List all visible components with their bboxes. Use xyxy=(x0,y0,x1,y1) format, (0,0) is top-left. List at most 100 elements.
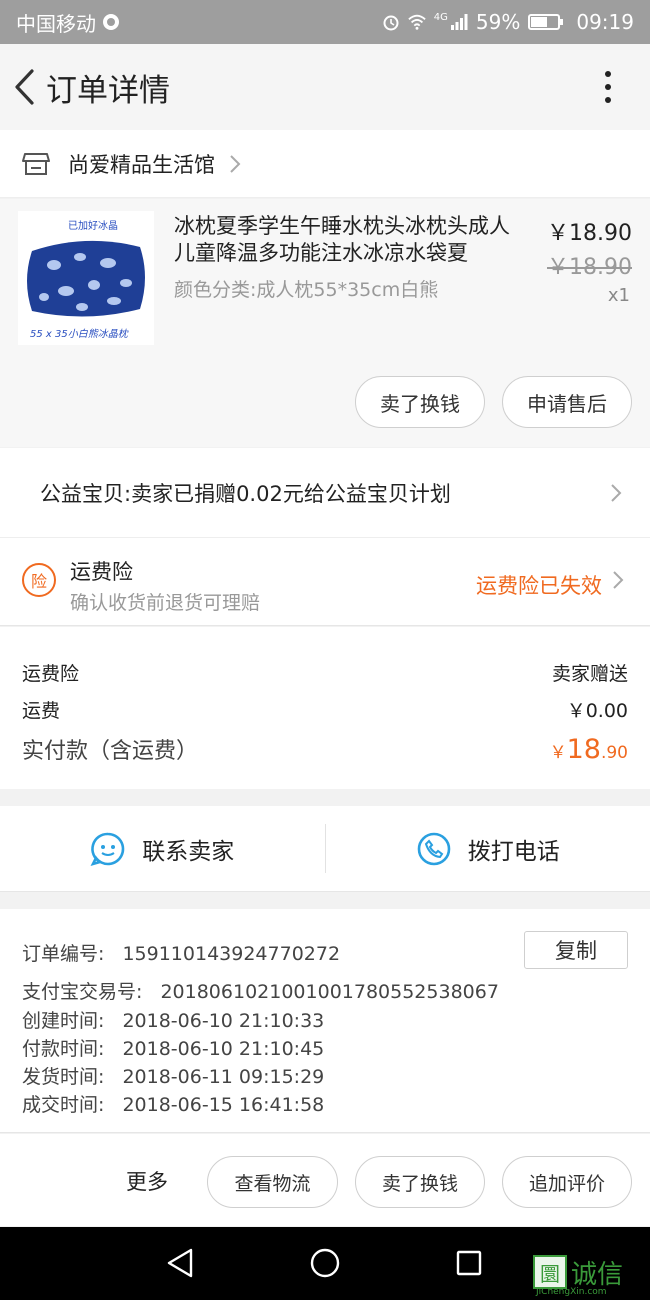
pillow-image: 已加好冰晶 55 x 35小白熊冰晶枕 xyxy=(18,211,154,345)
fee-row-insurance: 运费险 卖家赠送 xyxy=(22,659,628,686)
chevron-left-icon xyxy=(15,69,34,105)
info-label: 成交时间: xyxy=(22,1094,105,1116)
chat-bubble-icon xyxy=(90,832,125,866)
dot-icon xyxy=(605,84,611,90)
square-recents-icon xyxy=(456,1250,482,1276)
contact-bar: 联系卖家 拨打电话 xyxy=(0,806,650,892)
fee-summary: 运费险 卖家赠送 运费 ￥0.00 实付款（含运费） ￥18.90 xyxy=(0,627,650,789)
dot-icon xyxy=(605,97,611,103)
product-original-price: ￥18.90 xyxy=(547,255,632,280)
info-value: 2018-06-15 16:41:58 xyxy=(122,1094,325,1116)
total-label: 实付款（含运费） xyxy=(22,739,199,764)
nav-back-button[interactable] xyxy=(160,1243,200,1283)
chevron-right-icon xyxy=(230,154,241,173)
nav-home-button[interactable] xyxy=(305,1243,345,1283)
alipay-trade-row: 支付宝交易号: 2018061021001001780552538067 xyxy=(22,977,499,1004)
call-label: 拨打电话 xyxy=(467,838,560,865)
contact-seller-button[interactable]: 联系卖家 xyxy=(0,806,325,891)
carrier-name: 中国移动 xyxy=(16,11,96,36)
total-decimal: .90 xyxy=(600,743,628,763)
page-header: 订单详情 xyxy=(0,44,650,130)
info-label: 发货时间: xyxy=(22,1066,105,1088)
product-price: ￥18.90 xyxy=(547,221,632,246)
page-title: 订单详情 xyxy=(46,72,170,109)
info-label: 支付宝交易号: xyxy=(22,981,143,1003)
action-bar: 更多 查看物流 卖了换钱 追加评价 xyxy=(0,1134,650,1226)
fee-label: 运费险 xyxy=(22,663,80,685)
copy-button[interactable]: 复制 xyxy=(524,931,628,969)
back-button[interactable] xyxy=(2,44,46,130)
watermark-box: 圜 xyxy=(533,1255,567,1289)
signal-icon xyxy=(450,14,468,30)
nav-recents-button[interactable] xyxy=(449,1243,489,1283)
fee-value: ￥0.00 xyxy=(566,700,628,722)
product-sku: 颜色分类:成人枕55*35cm白熊 xyxy=(174,279,439,301)
add-review-button[interactable]: 追加评价 xyxy=(502,1156,632,1208)
insurance-status: 运费险已失效 xyxy=(476,574,602,598)
clock: 09:19 xyxy=(576,10,634,34)
shop-row[interactable]: 尚爱精品生活馆 xyxy=(0,130,650,198)
more-actions-link[interactable]: 更多 xyxy=(126,1166,168,1196)
after-sale-button[interactable]: 申请售后 xyxy=(502,376,632,428)
product-quantity: x1 xyxy=(607,285,630,306)
chevron-right-icon xyxy=(611,483,622,502)
info-value: 2018-06-10 21:10:45 xyxy=(122,1038,325,1060)
created-time-row: 创建时间: 2018-06-10 21:10:33 xyxy=(22,1006,324,1033)
battery-fill xyxy=(531,17,547,27)
info-value: 159110143924770272 xyxy=(122,943,341,965)
alarm-icon xyxy=(383,15,399,31)
info-label: 创建时间: xyxy=(22,1010,105,1032)
product-image[interactable]: 已加好冰晶 55 x 35小白熊冰晶枕 xyxy=(18,211,154,345)
shipping-insurance-row[interactable]: 险 运费险 确认收货前退货可理赔 运费险已失效 xyxy=(0,538,650,626)
wifi-icon xyxy=(408,14,426,30)
phone-icon xyxy=(417,832,451,865)
image-label-bottom: 55 x 35小白熊冰晶枕 xyxy=(30,328,129,340)
insurance-title: 运费险 xyxy=(70,560,133,584)
watermark-url: JiChengXin.com xyxy=(536,1287,607,1297)
total-currency: ￥ xyxy=(549,743,567,763)
info-label: 订单编号: xyxy=(22,943,105,965)
charity-row[interactable]: 公益宝贝:卖家已捐赠0.02元给公益宝贝计划 xyxy=(0,448,650,538)
watermark-text: 诚信 xyxy=(571,1259,624,1290)
fee-label: 运费 xyxy=(22,700,61,722)
shop-name: 尚爱精品生活馆 xyxy=(68,152,215,177)
completed-time-row: 成交时间: 2018-06-15 16:41:58 xyxy=(22,1090,324,1117)
triangle-back-icon xyxy=(167,1248,193,1278)
fee-row-total: 实付款（含运费） ￥18.90 xyxy=(22,733,628,765)
order-number-row: 订单编号: 159110143924770272 xyxy=(22,939,340,966)
status-right: 4G 59% 09:19 xyxy=(382,10,634,34)
total-amount: ￥18.90 xyxy=(550,734,628,765)
total-integer: 18 xyxy=(566,734,601,765)
circle-home-icon xyxy=(310,1248,340,1278)
insurance-subtitle: 确认收货前退货可理赔 xyxy=(70,592,261,614)
more-menu-button[interactable] xyxy=(588,44,628,130)
info-label: 付款时间: xyxy=(22,1038,105,1060)
charity-text: 公益宝贝:卖家已捐赠0.02元给公益宝贝计划 xyxy=(40,481,451,506)
insurance-icon: 险 xyxy=(22,563,56,597)
battery-icon xyxy=(528,14,564,30)
order-info: 复制 订单编号: 159110143924770272 支付宝交易号: 2018… xyxy=(0,909,650,1133)
fee-value: 卖家赠送 xyxy=(551,663,628,685)
store-icon xyxy=(22,152,50,175)
sell-button-bottom[interactable]: 卖了换钱 xyxy=(355,1156,485,1208)
sell-button[interactable]: 卖了换钱 xyxy=(355,376,485,428)
image-label-top: 已加好冰晶 xyxy=(68,219,118,232)
view-logistics-button[interactable]: 查看物流 xyxy=(207,1156,338,1208)
dot-icon xyxy=(605,71,611,77)
notification-icon xyxy=(103,14,119,30)
battery-percent: 59% xyxy=(475,10,521,34)
shipped-time-row: 发货时间: 2018-06-11 09:15:29 xyxy=(22,1062,324,1089)
info-value: 2018-06-10 21:10:33 xyxy=(122,1010,325,1032)
chevron-right-icon xyxy=(613,571,624,589)
status-bar: 中国移动 4G 59% 09:19 xyxy=(0,0,650,44)
contact-seller-label: 联系卖家 xyxy=(142,838,235,865)
product-card: 已加好冰晶 55 x 35小白熊冰晶枕 冰枕夏季学生午睡水枕头冰枕头成人儿童降温… xyxy=(0,199,650,447)
fee-row-shipping: 运费 ￥0.00 xyxy=(22,696,628,723)
network-type: 4G xyxy=(433,11,448,23)
info-value: 2018061021001001780552538067 xyxy=(160,981,499,1003)
info-value: 2018-06-11 09:15:29 xyxy=(122,1066,325,1088)
status-left: 中国移动 xyxy=(16,8,382,37)
product-title[interactable]: 冰枕夏季学生午睡水枕头冰枕头成人儿童降温多功能注水冰凉水袋夏 xyxy=(174,213,530,267)
paid-time-row: 付款时间: 2018-06-10 21:10:45 xyxy=(22,1034,324,1061)
call-button[interactable]: 拨打电话 xyxy=(326,806,650,891)
